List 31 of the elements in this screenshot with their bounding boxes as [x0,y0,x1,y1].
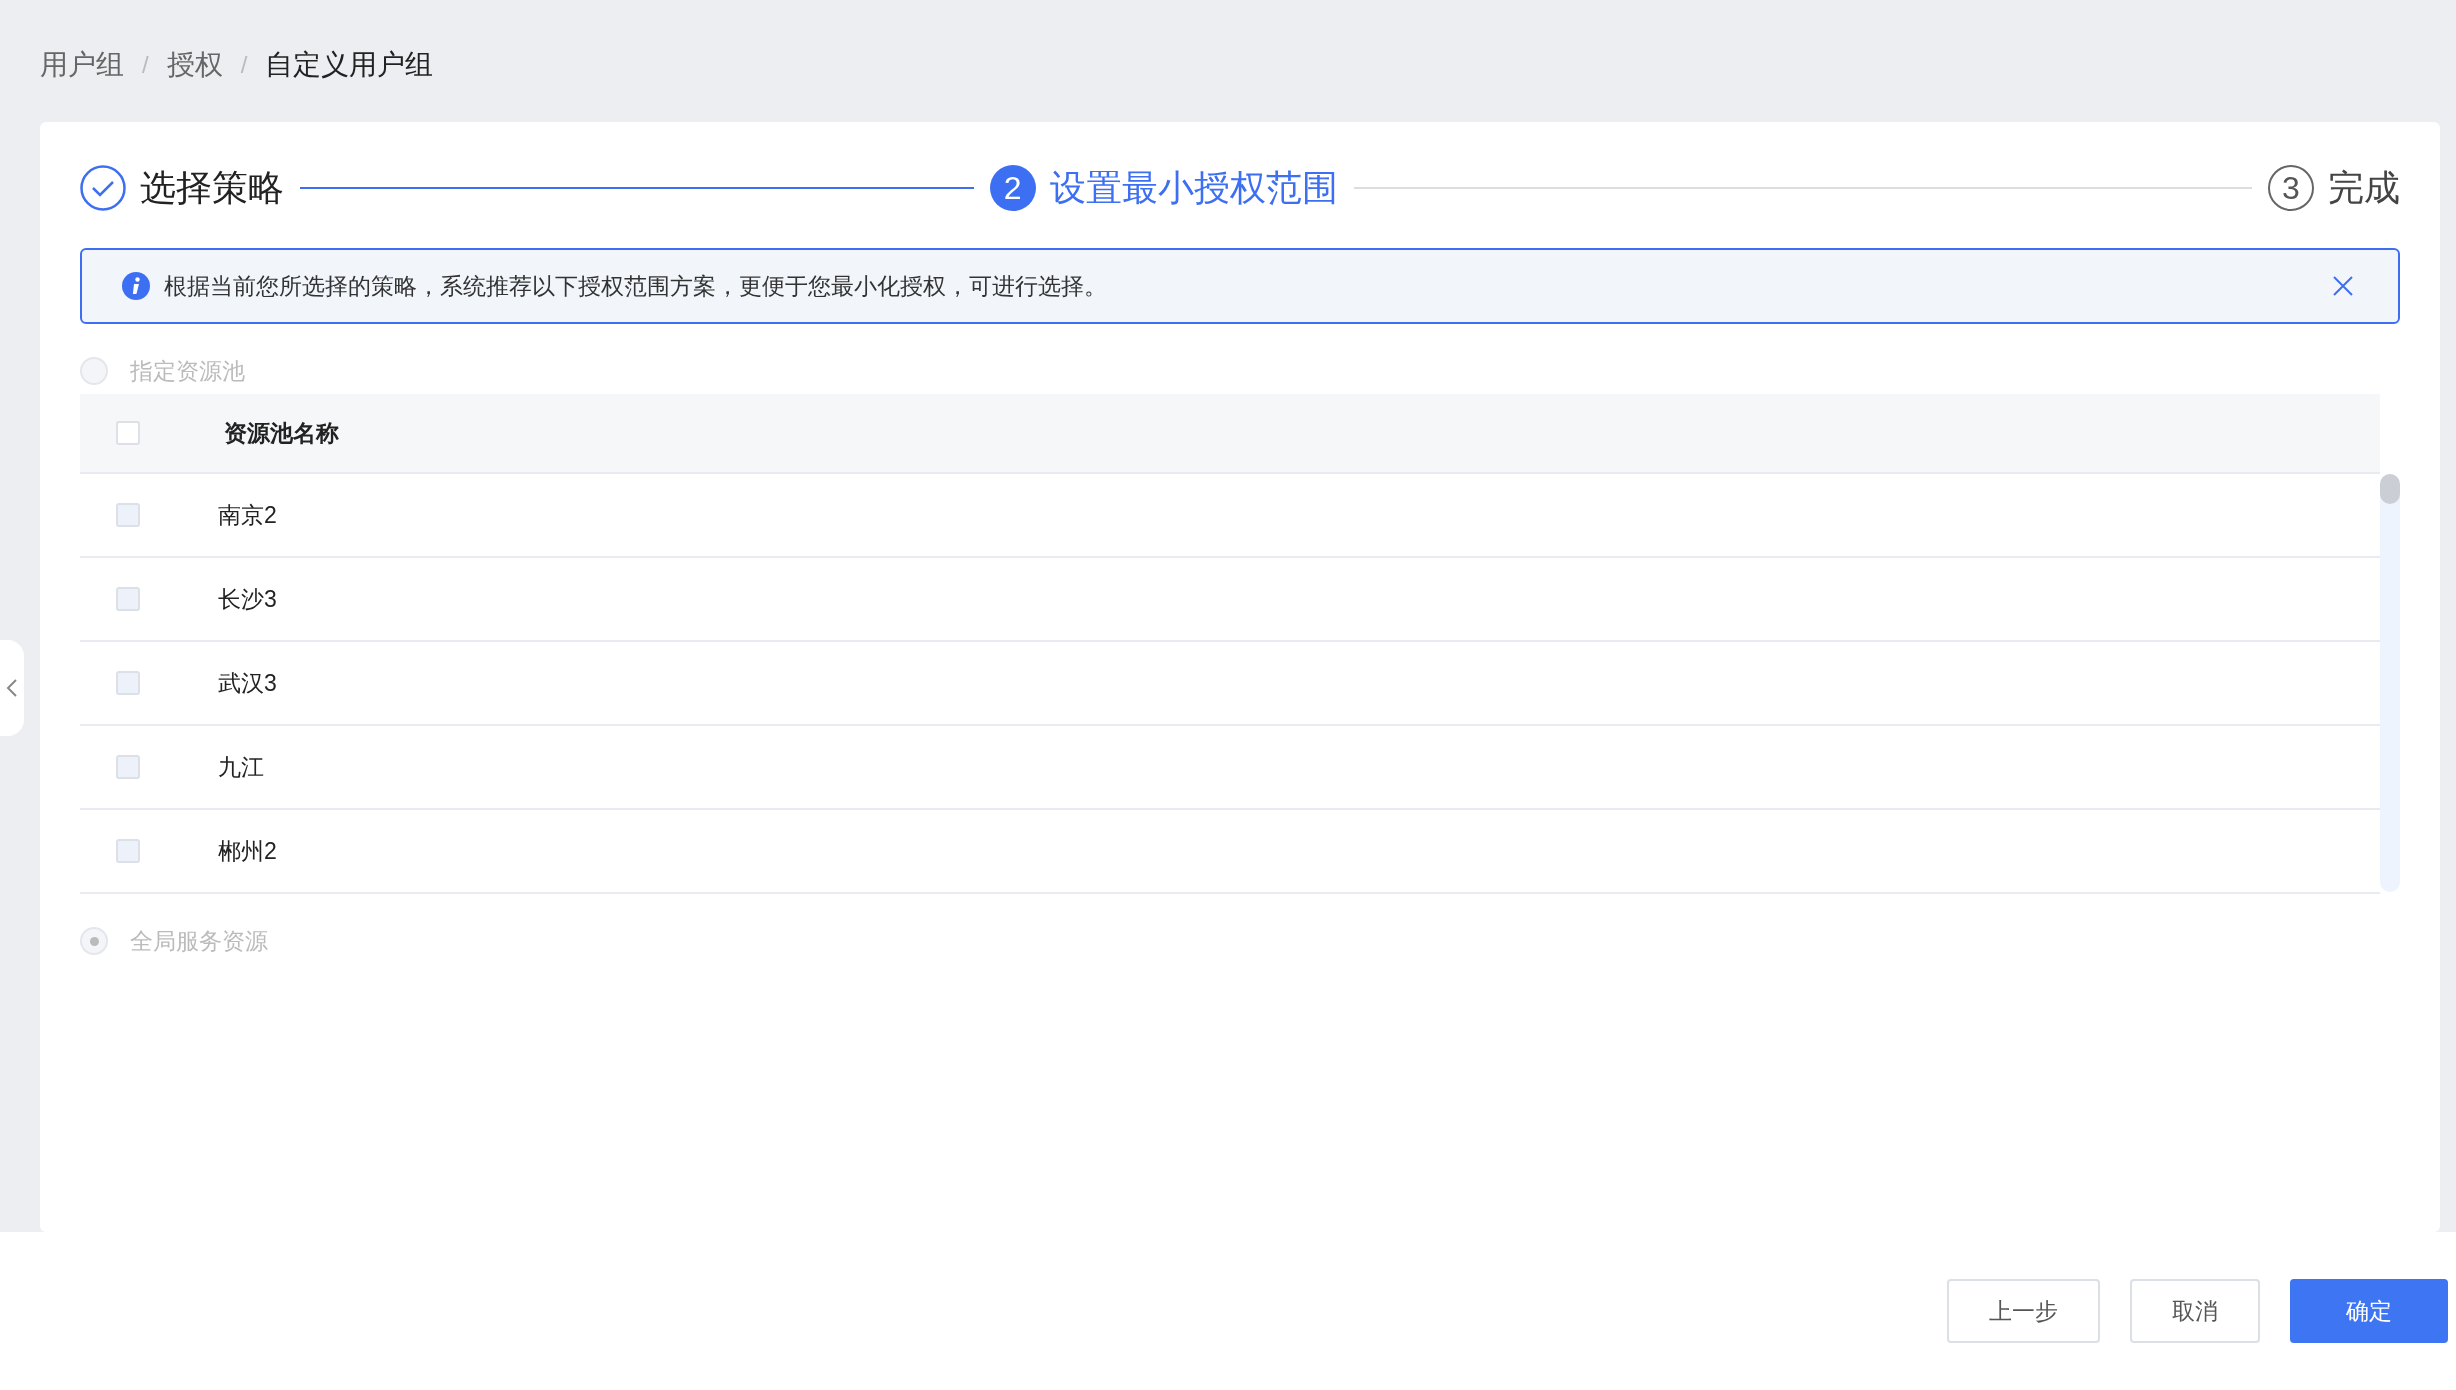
secondary-button[interactable]: 上一步 [1947,1279,2100,1343]
checkbox[interactable] [116,755,140,779]
table-cell-text: 九江 [218,752,264,782]
breadcrumb-link[interactable]: 用户组 [40,44,124,86]
scrollbar[interactable] [2380,474,2400,892]
column-header: 资源池名称 [224,418,339,448]
table-cell-text: 武汉3 [218,668,277,698]
step-number: 2 [989,165,1036,211]
breadcrumb-current: 自定义用户组 [265,48,434,82]
step-number: 3 [2268,165,2314,211]
alert-message: 根据当前您所选择的策略，系统推荐以下授权范围方案，更便于您最小化授权，可进行选择。 [164,271,1107,301]
breadcrumb-separator: / [142,50,149,80]
breadcrumb-link[interactable]: 授权 [166,44,223,86]
step-label: 选择策略 [140,166,284,210]
table-cell-text: 郴州2 [218,836,277,866]
radio-label: 指定资源池 [130,356,245,386]
confirm-button[interactable]: 确定 [2290,1279,2448,1343]
secondary-button[interactable]: 取消 [2130,1279,2260,1343]
step-label: 设置最小授权范围 [1049,166,1338,210]
radio-label: 全局服务资源 [130,926,268,956]
checkbox[interactable] [116,503,140,527]
checkbox[interactable] [116,671,140,695]
checkbox[interactable] [116,839,140,863]
table-cell-text: 南京2 [218,500,277,530]
info-icon [122,272,150,300]
collapse-handle[interactable] [0,640,24,736]
table-cell-text: 长沙3 [218,584,277,614]
breadcrumb-separator: / [240,50,248,80]
checkbox[interactable] [116,421,140,445]
step-label: 完成 [2328,166,2400,210]
checkbox[interactable] [116,587,140,611]
